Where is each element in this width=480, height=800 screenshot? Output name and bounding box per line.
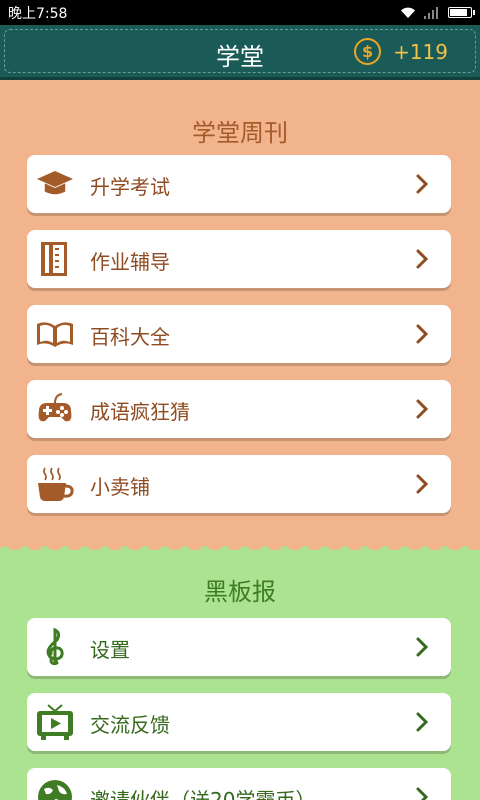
status-icons [400, 6, 475, 19]
menu-item-encyclopedia[interactable]: 百科大全 [27, 305, 451, 363]
menu-label: 设置 [90, 638, 130, 662]
coffee-cup-icon [38, 467, 74, 501]
menu-label: 成语疯狂猜 [90, 400, 190, 424]
weekly-section: 学堂周刊 升学考试 作业辅导 百科大全 成语疯狂猜 小卖铺 [0, 83, 480, 548]
coin-count: +119 [393, 39, 448, 64]
section-divider [0, 546, 480, 555]
wifi-icon [401, 7, 415, 18]
status-time: 晚上7:58 [8, 5, 68, 22]
battery-icon [448, 7, 475, 18]
chevron-right-icon [416, 324, 429, 344]
app-header: 学堂 $ +119 [0, 25, 480, 80]
menu-label: 小卖铺 [90, 475, 150, 499]
section-title-weekly: 学堂周刊 [192, 119, 288, 147]
chevron-right-icon [416, 712, 429, 732]
coin-icon: $ [354, 38, 382, 65]
menu-item-homework[interactable]: 作业辅导 [27, 230, 451, 288]
menu-label: 升学考试 [90, 175, 170, 199]
section-title-board: 黑板报 [204, 578, 276, 606]
notebook-icon [41, 242, 67, 276]
signal-icon [424, 6, 438, 19]
graduation-cap-icon [37, 171, 73, 196]
menu-item-invite[interactable]: 邀请伙伴（送20学霸币） [27, 768, 451, 800]
menu-label: 百科大全 [90, 325, 170, 349]
menu-item-idiom-game[interactable]: 成语疯狂猜 [27, 380, 451, 438]
open-book-icon [37, 322, 73, 347]
globe-icon [38, 780, 72, 800]
menu-item-exam[interactable]: 升学考试 [27, 155, 451, 213]
menu-item-feedback[interactable]: 交流反馈 [27, 693, 451, 751]
treble-clef-icon [46, 627, 64, 666]
chevron-right-icon [416, 474, 429, 494]
menu-item-shop[interactable]: 小卖铺 [27, 455, 451, 513]
chevron-right-icon [416, 787, 429, 800]
chevron-right-icon [416, 637, 429, 657]
board-section: 黑板报 设置 交流反馈 邀请伙伴（送20学霸币） [0, 550, 480, 800]
menu-label: 交流反馈 [90, 713, 170, 737]
status-bar: 晚上7:58 [0, 0, 480, 25]
chevron-right-icon [416, 174, 429, 194]
menu-label: 邀请伙伴（送20学霸币） [90, 788, 316, 800]
coin-balance[interactable]: $ +119 [354, 38, 448, 65]
tv-icon [37, 704, 73, 740]
menu-label: 作业辅导 [90, 250, 170, 274]
menu-item-settings[interactable]: 设置 [27, 618, 451, 676]
gamepad-icon [38, 393, 72, 422]
chevron-right-icon [416, 399, 429, 419]
chevron-right-icon [416, 249, 429, 269]
